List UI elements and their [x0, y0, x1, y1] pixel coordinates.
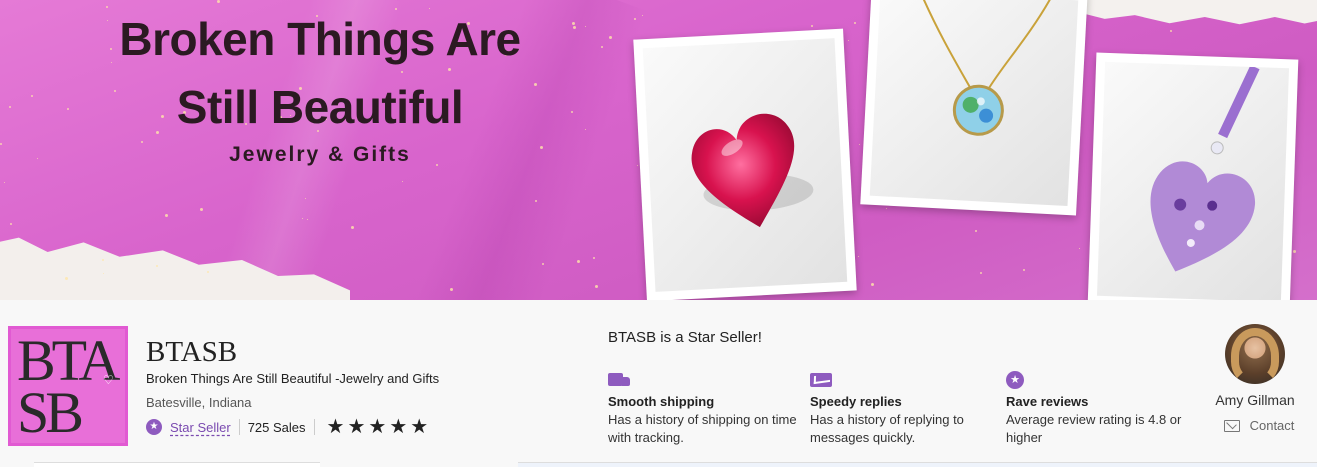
feature-description: Has a history of replying to messages qu… — [810, 412, 964, 445]
purple-heart-image — [1150, 64, 1260, 272]
star-seller-link[interactable]: Star Seller — [170, 420, 231, 435]
feature-title: Smooth shipping — [608, 394, 715, 409]
banner-torn-paper — [1080, 0, 1317, 30]
contact-label: Contact — [1249, 418, 1295, 433]
mail-icon — [1223, 419, 1240, 432]
shop-banner: Broken Things Are Still Beautiful Jewelr… — [0, 0, 1317, 300]
feature-title: Speedy replies — [810, 394, 902, 409]
feature-title: Rave reviews — [1006, 394, 1089, 409]
star-icon: ★ — [410, 416, 429, 438]
feature-description: Average review rating is 4.8 or higher — [1006, 412, 1182, 445]
necklace-image — [919, 0, 1052, 136]
banner-title-line2: Still Beautiful — [176, 81, 464, 133]
banner-photo-necklace — [860, 0, 1088, 216]
banner-photo-heart — [633, 28, 857, 300]
sales-count: 725 Sales — [247, 419, 306, 435]
shop-logo-letters: BTA SB — [17, 328, 120, 445]
heart-icon: ♡ — [103, 373, 114, 387]
banner-title-line1: Broken Things Are — [119, 13, 521, 65]
star-seller-icon: ★ — [146, 419, 162, 435]
feature-speedy-replies: Speedy replies Has a history of replying… — [810, 371, 1000, 447]
tab-strip-edge — [34, 462, 320, 467]
red-heart-image — [691, 113, 814, 228]
owner-name[interactable]: Amy Gillman — [1200, 392, 1310, 408]
divider — [313, 419, 315, 435]
feature-rave-reviews: ★ Rave reviews Average review rating is … — [1006, 371, 1196, 447]
divider — [238, 419, 240, 435]
shop-tagline: Broken Things Are Still Beautiful -Jewel… — [146, 371, 440, 386]
shop-badges: ★ Star Seller 725 Sales ★ ★ ★ ★ ★ — [146, 417, 428, 437]
shop-logo[interactable]: BTA SB ♡ — [8, 326, 128, 446]
shop-location: Batesville, Indiana — [146, 395, 252, 410]
envelope-icon — [810, 371, 834, 389]
banner-subtitle: Jewelry & Gifts — [229, 143, 411, 166]
star-icon: ★ — [326, 416, 345, 438]
star-icon: ★ — [368, 416, 387, 438]
star-badge-icon: ★ — [1006, 371, 1030, 389]
owner-avatar[interactable] — [1225, 324, 1285, 384]
truck-icon — [608, 371, 632, 389]
star-seller-headline: BTASB is a Star Seller! — [608, 329, 762, 346]
star-icon: ★ — [347, 416, 366, 438]
banner-photo-ornament — [1087, 52, 1299, 300]
star-icon: ★ — [389, 416, 408, 438]
shop-owner: Amy Gillman Contact — [1200, 324, 1310, 433]
rating-stars[interactable]: ★ ★ ★ ★ ★ — [327, 417, 429, 437]
feature-smooth-shipping: Smooth shipping Has a history of shippin… — [608, 371, 798, 447]
contact-button[interactable]: Contact — [1200, 418, 1310, 433]
shop-name: BTASB — [146, 336, 238, 368]
feature-description: Has a history of shipping on time with t… — [608, 412, 797, 445]
tab-strip-edge — [518, 462, 1317, 467]
